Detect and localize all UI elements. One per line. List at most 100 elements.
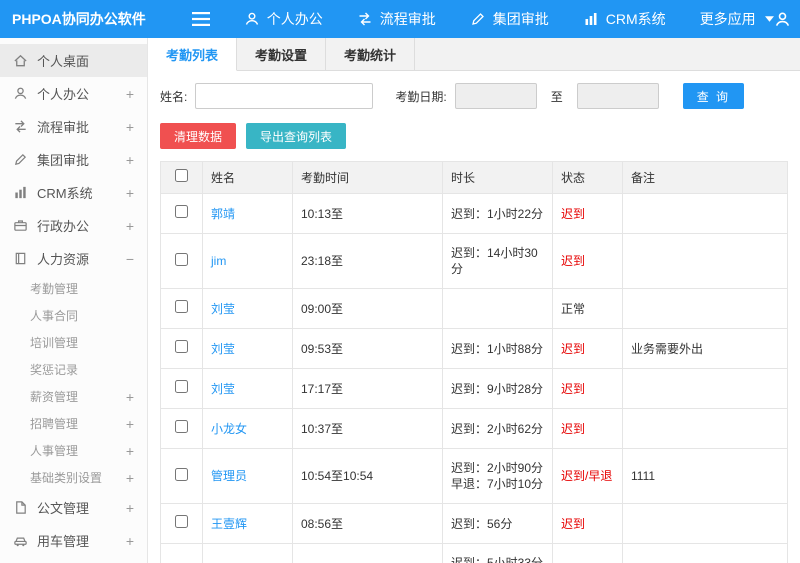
hamburger-icon: [191, 12, 210, 26]
row-status-cell: 迟到/早退: [552, 543, 623, 563]
sidebar-item-admin-office[interactable]: 行政办公 +: [0, 209, 147, 242]
expand-icon: +: [125, 442, 134, 459]
employee-name-link[interactable]: 管理员: [211, 469, 247, 483]
row-checkbox[interactable]: [175, 300, 188, 313]
status-text: 正常: [561, 301, 586, 316]
sidebar-subitem-personnel[interactable]: 人事管理 +: [0, 437, 147, 464]
expand-icon: +: [125, 415, 134, 432]
sidebar-subitem-recruit[interactable]: 招聘管理 +: [0, 410, 147, 437]
action-buttons: 清理数据 导出查询列表: [148, 121, 800, 161]
sidebar-item-hr[interactable]: 人力资源 −: [0, 242, 147, 275]
sidebar-subitem-rewards[interactable]: 奖惩记录: [0, 356, 147, 383]
export-list-button[interactable]: 导出查询列表: [246, 123, 347, 149]
row-duration-cell: 迟到：2小时90分 早退：7小时10分: [442, 448, 553, 504]
row-note-cell: [622, 233, 788, 289]
attendance-time-text: 10:37至: [301, 421, 344, 436]
sidebar-item-documents[interactable]: 公文管理 +: [0, 491, 147, 524]
row-checkbox[interactable]: [175, 252, 188, 266]
table-row: 郭靖 10:13至 迟到：1小时22分 迟到: [160, 193, 788, 234]
row-checkbox-cell: [160, 503, 203, 544]
row-name-cell: 管理员: [202, 448, 293, 504]
menu-toggle[interactable]: [191, 12, 210, 26]
topnav-label: CRM系统: [605, 11, 666, 27]
row-checkbox[interactable]: [175, 205, 188, 218]
expand-icon: +: [125, 184, 134, 201]
status-text: 迟到: [561, 254, 586, 268]
row-checkbox-cell: [160, 448, 203, 504]
topnav-label: 集团审批: [492, 11, 549, 27]
employee-name-link[interactable]: 郭靖: [211, 207, 235, 221]
name-filter-input[interactable]: [195, 83, 374, 109]
row-name-cell: jim: [202, 233, 293, 289]
user-icon: [13, 86, 28, 101]
select-all-checkbox[interactable]: [175, 169, 188, 182]
sidebar-item-vehicle[interactable]: 用车管理 +: [0, 524, 147, 557]
status-text: 迟到: [561, 206, 586, 221]
employee-name-link[interactable]: 王壹辉: [211, 517, 247, 531]
sidebar-item-label: 公文管理: [37, 501, 90, 516]
attendance-time-text: 08:56至: [301, 516, 344, 531]
tab-attendance-list[interactable]: 考勤列表: [148, 38, 238, 71]
user-icon: [774, 11, 791, 28]
duration-text: 迟到：5小时33分 早退：4小时67分: [451, 556, 544, 563]
date-to-input[interactable]: [576, 83, 659, 109]
sidebar-subitem-salary[interactable]: 薪资管理 +: [0, 383, 147, 410]
topnav-personal-office[interactable]: 个人办公: [244, 9, 323, 29]
topnav-crm-system[interactable]: CRM系统: [583, 9, 666, 29]
table-row: 黄蓉 13:20至13:20 迟到：5小时33分 早退：4小时67分 迟到/早退: [160, 543, 788, 563]
row-checkbox[interactable]: [175, 467, 188, 481]
expand-icon: +: [125, 85, 134, 102]
status-text: 迟到: [561, 421, 586, 436]
employee-name-link[interactable]: 刘莹: [211, 342, 235, 356]
sidebar-item-group-approval[interactable]: 集团审批 +: [0, 143, 147, 176]
home-icon: [13, 53, 28, 68]
row-checkbox[interactable]: [175, 420, 188, 433]
sidebar-subitem-base-category[interactable]: 基础类别设置 +: [0, 464, 147, 491]
employee-name-link[interactable]: jim: [211, 254, 226, 268]
sidebar-item-workflow-approval[interactable]: 流程审批 +: [0, 110, 147, 143]
clear-data-button[interactable]: 清理数据: [160, 123, 237, 149]
row-status-cell: 迟到: [552, 233, 623, 289]
topbar-user-button[interactable]: [774, 11, 791, 28]
duration-text: 迟到：2小时62分: [451, 421, 544, 436]
row-status-cell: 迟到: [552, 368, 623, 409]
row-checkbox-cell: [160, 543, 203, 563]
row-duration-cell: 迟到：14小时30分: [442, 233, 553, 289]
sidebar-item-label: 用车管理: [37, 534, 90, 549]
search-button[interactable]: 查 询: [682, 83, 745, 109]
table-row: 刘莹 09:00至 正常: [160, 288, 788, 329]
employee-name-link[interactable]: 刘莹: [211, 302, 235, 316]
employee-name-link[interactable]: 刘莹: [211, 382, 235, 396]
row-time-cell: 08:56至: [292, 503, 443, 544]
sidebar-item-crm-system[interactable]: CRM系统 +: [0, 176, 147, 209]
expand-icon: +: [125, 217, 134, 234]
topnav-more-apps[interactable]: 更多应用: [700, 9, 774, 29]
sidebar-subitem-attendance[interactable]: 考勤管理: [0, 275, 147, 302]
table-row: 王壹辉 08:56至 迟到：56分 迟到: [160, 503, 788, 544]
row-checkbox[interactable]: [175, 340, 188, 353]
date-from-input[interactable]: [454, 83, 537, 109]
topnav-group-approval[interactable]: 集团审批: [470, 9, 549, 29]
sidebar-item-desktop[interactable]: 个人桌面: [0, 44, 147, 77]
sidebar-subitem-label: 基础类别设置: [30, 471, 103, 485]
user-icon: [244, 11, 260, 27]
table-header-row: 姓名 考勤时间 时长 状态 备注: [160, 161, 788, 194]
sidebar-subitem-training[interactable]: 培训管理: [0, 329, 147, 356]
topnav-workflow-approval[interactable]: 流程审批: [357, 9, 436, 29]
tab-attendance-settings[interactable]: 考勤设置: [237, 38, 327, 71]
row-duration-cell: 迟到：5小时33分 早退：4小时67分: [442, 543, 553, 563]
column-header: 考勤时间: [292, 161, 443, 194]
sidebar-subitem-hr-contract[interactable]: 人事合同: [0, 302, 147, 329]
topnav-label: 流程审批: [379, 11, 436, 27]
sidebar-subitem-label: 人事合同: [30, 309, 79, 323]
briefcase-icon: [13, 218, 28, 233]
row-checkbox-cell: [160, 328, 203, 369]
row-checkbox[interactable]: [175, 380, 188, 393]
row-checkbox-cell: [160, 193, 203, 234]
employee-name-link[interactable]: 小龙女: [211, 422, 247, 436]
tab-attendance-stats[interactable]: 考勤统计: [326, 38, 416, 71]
row-checkbox[interactable]: [175, 515, 188, 528]
edit-icon: [470, 11, 486, 27]
attendance-table-body: 郭靖 10:13至 迟到：1小时22分 迟到 jim 23:18至 迟到：14小…: [160, 193, 788, 563]
sidebar-item-personal-office[interactable]: 个人办公 +: [0, 77, 147, 110]
